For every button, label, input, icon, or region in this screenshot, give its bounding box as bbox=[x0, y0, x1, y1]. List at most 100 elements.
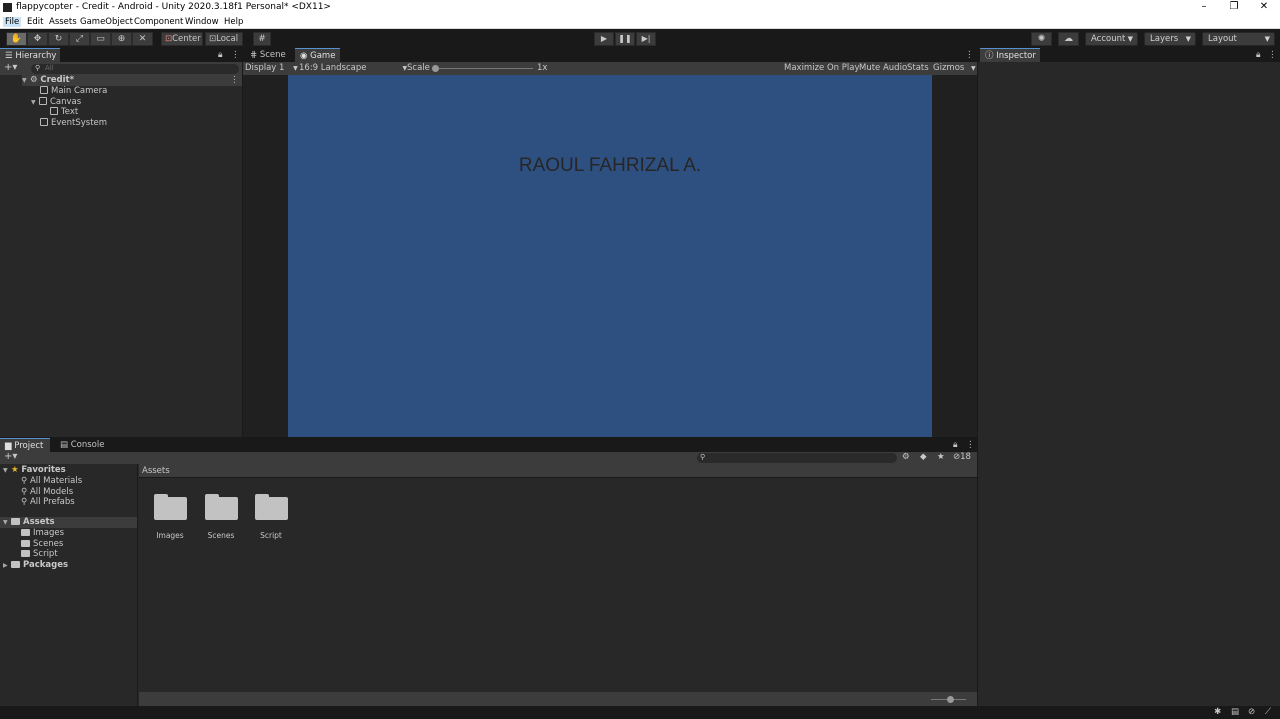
pause-button[interactable]: ❚❚ bbox=[615, 32, 635, 46]
search-placeholder: All bbox=[45, 64, 54, 72]
pivot-local-button[interactable]: ⊡Local bbox=[205, 32, 243, 46]
display-label: Display 1 bbox=[245, 63, 285, 73]
asset-folder-item[interactable]: Script bbox=[21, 549, 58, 559]
favorite-item[interactable]: ⚲ All Prefabs bbox=[21, 497, 75, 507]
layers-dropdown[interactable]: Layers ▼ bbox=[1144, 32, 1196, 46]
account-dropdown[interactable]: Account ▼ bbox=[1085, 32, 1138, 46]
lock-icon[interactable]: 🔒︎ bbox=[218, 50, 223, 60]
expand-arrow-icon: ▼ bbox=[3, 467, 8, 474]
gizmos-label: Gizmos bbox=[933, 63, 965, 73]
favorite-star-icon[interactable]: ★ bbox=[937, 452, 945, 462]
favorite-label: All Materials bbox=[29, 476, 83, 486]
bug-icon[interactable]: ✱ bbox=[1214, 707, 1221, 717]
tab-project[interactable]: ▆ Project bbox=[0, 438, 50, 452]
kebab-menu-icon[interactable]: ⋮ bbox=[965, 50, 974, 60]
play-button[interactable]: ▶ bbox=[594, 32, 614, 46]
search-icon: ⚲ bbox=[21, 476, 28, 486]
filter-by-label-icon[interactable]: ◆ bbox=[920, 452, 927, 462]
scene-root-row[interactable]: ▼ ⚙ Credit* ⋮ bbox=[22, 75, 242, 86]
lock-icon[interactable]: 🔒︎ bbox=[953, 440, 958, 450]
asset-folder-item[interactable]: Images bbox=[21, 528, 64, 538]
chevron-down-icon: ▼ bbox=[971, 65, 976, 72]
tab-hierarchy[interactable]: ☰ Hierarchy bbox=[0, 48, 60, 62]
favorite-item[interactable]: ⚲ All Models bbox=[21, 487, 73, 497]
hierarchy-item[interactable]: Text bbox=[50, 107, 78, 117]
tab-project-label: Project bbox=[14, 441, 44, 451]
create-plus-button[interactable]: +▾ bbox=[4, 451, 17, 462]
icon-size-slider-handle[interactable] bbox=[947, 696, 954, 703]
project-tabstrip: ▆ Project ▤ Console 🔒︎ ⋮ bbox=[0, 438, 977, 452]
pivot-center-label: Center bbox=[172, 34, 201, 44]
tab-inspector-label: Inspector bbox=[996, 51, 1036, 61]
stats-toggle[interactable]: Stats bbox=[907, 63, 929, 73]
menu-gameobject[interactable]: GameObject bbox=[80, 17, 133, 27]
kebab-menu-icon[interactable]: ⋮ bbox=[231, 50, 240, 60]
asset-item-label: Script bbox=[260, 531, 282, 540]
folder-icon bbox=[21, 529, 30, 536]
hierarchy-item[interactable]: ▼ Canvas bbox=[31, 97, 81, 107]
folder-icon[interactable] bbox=[205, 494, 238, 520]
hierarchy-item[interactable]: Main Camera bbox=[40, 86, 107, 96]
minimize-icon[interactable]: – bbox=[1189, 0, 1219, 15]
inspector-panel: ⓘ Inspector 🔒︎ ⋮ bbox=[978, 48, 1280, 706]
create-plus-button[interactable]: +▾ bbox=[4, 62, 17, 73]
asset-folder-item[interactable]: Scenes bbox=[21, 539, 63, 549]
hierarchy-item[interactable]: EventSystem bbox=[40, 118, 107, 128]
favorite-item[interactable]: ⚲ All Materials bbox=[21, 476, 82, 486]
breadcrumb-assets[interactable]: Assets bbox=[142, 466, 170, 476]
folder-icon[interactable] bbox=[255, 494, 288, 520]
menu-component[interactable]: Component bbox=[134, 17, 183, 27]
game-screen[interactable]: RAOUL FAHRIZAL A. bbox=[288, 75, 932, 437]
asset-folder-label: Images bbox=[33, 528, 65, 538]
auto-generate-icon[interactable]: ⊘ bbox=[1248, 707, 1255, 717]
hierarchy-panel: ☰ Hierarchy 🔒︎ ⋮ +▾ ⚲ All ▼ ⚙ Credit* ⋮ M… bbox=[0, 48, 242, 437]
search-icon: ⚲ bbox=[21, 487, 28, 497]
tab-scene[interactable]: ⋕ Scene bbox=[245, 48, 291, 62]
hierarchy-search-input[interactable]: ⚲ All bbox=[31, 64, 239, 74]
hand-tool-icon[interactable]: ✋ bbox=[6, 32, 27, 46]
custom-tool-icon[interactable]: ✕ bbox=[132, 32, 153, 46]
menu-help[interactable]: Help bbox=[224, 17, 243, 27]
project-search-input[interactable]: ⚲ bbox=[697, 453, 897, 463]
cache-icon[interactable]: ▤ bbox=[1231, 707, 1239, 717]
aspect-label: 16:9 Landscape bbox=[299, 63, 367, 73]
tab-console[interactable]: ▤ Console bbox=[55, 438, 107, 452]
tab-inspector[interactable]: ⓘ Inspector bbox=[980, 48, 1040, 62]
folder-icon[interactable] bbox=[154, 494, 187, 520]
hidden-packages-button[interactable]: ⊘18 bbox=[953, 452, 971, 462]
menu-assets[interactable]: Assets bbox=[49, 17, 77, 27]
layout-dropdown[interactable]: Layout ▼ bbox=[1202, 32, 1275, 46]
display-dropdown[interactable]: Display 1 ▼ bbox=[245, 63, 298, 73]
restore-icon[interactable]: ❐ bbox=[1219, 0, 1249, 15]
scale-tool-icon[interactable]: ⤢ bbox=[69, 32, 90, 46]
activity-icon[interactable]: ⟋ bbox=[1265, 707, 1271, 717]
assets-root-row[interactable]: ▼ Assets bbox=[0, 517, 137, 528]
cloud-icon[interactable]: ☁ bbox=[1058, 32, 1079, 46]
menu-file[interactable]: File bbox=[3, 17, 22, 27]
maximize-on-play-toggle[interactable]: Maximize On Play bbox=[784, 63, 859, 73]
move-tool-icon[interactable]: ✥ bbox=[27, 32, 48, 46]
step-button[interactable]: ▶| bbox=[636, 32, 656, 46]
lock-icon[interactable]: 🔒︎ bbox=[1256, 50, 1261, 60]
aspect-dropdown[interactable]: 16:9 Landscape ▼ bbox=[299, 63, 407, 73]
kebab-menu-icon[interactable]: ⋮ bbox=[966, 440, 975, 450]
menu-window[interactable]: Window bbox=[185, 17, 219, 27]
scale-slider-handle[interactable] bbox=[432, 65, 439, 72]
kebab-menu-icon[interactable]: ⋮ bbox=[1268, 50, 1277, 60]
transform-tool-icon[interactable]: ⊕ bbox=[111, 32, 132, 46]
packages-row[interactable]: ▶ Packages bbox=[3, 560, 68, 570]
pivot-center-button[interactable]: ⊡Center bbox=[161, 32, 203, 46]
grid-snap-icon[interactable]: # bbox=[253, 32, 271, 46]
rect-tool-icon[interactable]: ▭ bbox=[90, 32, 111, 46]
favorites-header[interactable]: ▼ ★ Favorites bbox=[3, 465, 66, 475]
close-icon[interactable]: ✕ bbox=[1249, 0, 1279, 15]
filter-by-type-icon[interactable]: ⚙ bbox=[902, 452, 910, 462]
mute-audio-toggle[interactable]: Mute Audio bbox=[859, 63, 907, 73]
tab-game[interactable]: ◉ Game bbox=[295, 48, 340, 62]
rotate-tool-icon[interactable]: ↻ bbox=[48, 32, 69, 46]
collab-icon[interactable]: ✺ bbox=[1031, 32, 1052, 46]
menu-edit[interactable]: Edit bbox=[27, 17, 43, 27]
gizmos-dropdown[interactable]: Gizmos ▼ bbox=[933, 63, 976, 73]
scene-kebab-icon[interactable]: ⋮ bbox=[230, 75, 239, 85]
scale-slider-track[interactable] bbox=[435, 68, 533, 69]
